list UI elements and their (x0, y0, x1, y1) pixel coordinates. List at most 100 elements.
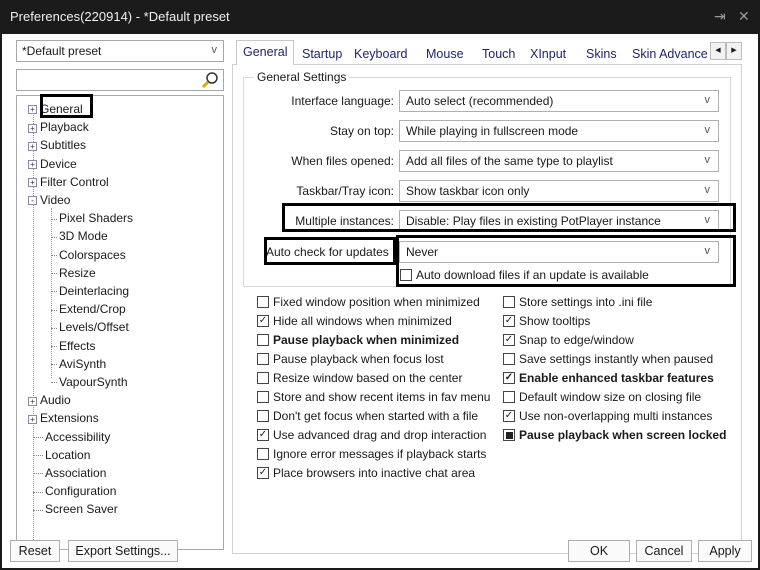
tree-item-extensions[interactable]: + Extensions (28, 409, 99, 427)
tree-item-audio[interactable]: + Audio (28, 391, 71, 409)
tree-item-label: Extensions (40, 411, 99, 426)
tree-item-deinterlacing[interactable]: Deinterlacing (51, 282, 129, 300)
search-icon[interactable] (201, 71, 219, 89)
expand-icon[interactable]: + (28, 123, 37, 133)
cancel-button[interactable]: Cancel (636, 540, 692, 562)
option-don-t-get-focus-when-started-with-a-file[interactable]: Don't get focus when started with a file (257, 407, 478, 425)
window-title: Preferences(220914) - *Default preset (10, 9, 230, 24)
tree-item-label: Configuration (45, 484, 117, 499)
preset-dropdown[interactable]: *Default preset v (16, 40, 224, 62)
reset-button[interactable]: Reset (10, 540, 60, 562)
tree-item-video[interactable]: - Video (28, 191, 70, 209)
option-place-browsers-into-inactive-chat-area[interactable]: ✓ Place browsers into inactive chat area (257, 464, 475, 482)
option-use-non-overlapping-multi-instances[interactable]: ✓ Use non-overlapping multi instances (503, 407, 712, 425)
option-default-window-size-on-closing-file[interactable]: Default window size on closing file (503, 388, 701, 406)
tree-item-pixel-shaders[interactable]: Pixel Shaders (51, 209, 133, 227)
chevron-down-icon: v (704, 184, 711, 196)
tree-item-levels-offset[interactable]: Levels/Offset (51, 318, 129, 336)
tree-item-label: VapourSynth (59, 375, 128, 389)
option-fixed-window-position-when-minimized[interactable]: Fixed window position when minimized (257, 293, 480, 311)
tab-keyboard[interactable]: Keyboard (354, 43, 408, 63)
expand-icon[interactable]: + (28, 414, 37, 424)
apply-button[interactable]: Apply (698, 540, 752, 562)
expand-icon[interactable]: + (28, 178, 37, 188)
collapse-icon[interactable]: - (28, 196, 37, 206)
tab-scroll-left-icon[interactable]: ◀ (710, 42, 726, 60)
tree-item-label: Subtitles (40, 138, 87, 153)
tab-startup[interactable]: Startup (302, 43, 342, 63)
taskbar-tray-icon-dropdown[interactable]: Show taskbar icon only v (399, 180, 719, 202)
tree-item-subtitles[interactable]: + Subtitles (28, 136, 86, 154)
option-pause-playback-when-focus-lost[interactable]: Pause playback when focus lost (257, 350, 444, 368)
ok-button[interactable]: OK (568, 540, 630, 562)
tab-skin-advance[interactable]: Skin Advance (632, 43, 708, 63)
checkbox-label: Pause playback when focus lost (273, 352, 444, 366)
checkbox-label: Pause playback when minimized (273, 333, 460, 347)
tree-item-colorspaces[interactable]: Colorspaces (51, 246, 126, 264)
checkbox-label: Place browsers into inactive chat area (273, 466, 476, 480)
ok-label: OK (589, 544, 609, 558)
tree-item-extend-crop[interactable]: Extend/Crop (51, 300, 126, 318)
group-title: General Settings (254, 70, 350, 84)
expand-icon[interactable]: + (28, 396, 37, 406)
tree-item-effects[interactable]: Effects (51, 337, 95, 355)
stay-on-top-dropdown[interactable]: While playing in fullscreen mode v (399, 120, 719, 142)
option-hide-all-windows-when-minimized[interactable]: ✓ Hide all windows when minimized (257, 312, 452, 330)
checkbox-box: ✓ (257, 466, 269, 479)
close-icon[interactable]: ✕ (738, 8, 750, 25)
chevron-down-icon: v (704, 124, 711, 136)
tree-item-filter-control[interactable]: + Filter Control (28, 173, 109, 191)
option-pause-playback-when-screen-locked[interactable]: Pause playback when screen locked (503, 426, 726, 444)
option-enable-enhanced-taskbar-features[interactable]: ✓ Enable enhanced taskbar features (503, 369, 714, 387)
checkbox-label: Show tooltips (519, 314, 591, 328)
tree-item-vapoursynth[interactable]: VapourSynth (51, 373, 128, 391)
checkbox-box (257, 333, 269, 346)
tree-item-label: Association (45, 466, 107, 480)
tree-connector (51, 273, 57, 275)
tab-xinput[interactable]: XInput (530, 43, 566, 63)
option-ignore-error-messages-if-playback-starts[interactable]: Ignore error messages if playback starts (257, 445, 486, 463)
checkbox-box (257, 447, 269, 460)
tree-item-label: Location (45, 447, 91, 462)
tree-item-device[interactable]: + Device (28, 155, 77, 173)
tree-item-label: Accessibility (45, 429, 111, 444)
expand-icon[interactable]: + (28, 141, 37, 151)
option-store-settings-into-ini-file[interactable]: Store settings into .ini file (503, 293, 652, 311)
option-pause-playback-when-minimized[interactable]: Pause playback when minimized (257, 331, 459, 349)
tree-item-screen-saver[interactable]: Screen Saver (28, 500, 118, 518)
tab-skins[interactable]: Skins (586, 43, 617, 63)
tree-item-location[interactable]: Location (28, 446, 90, 464)
expand-icon[interactable]: + (28, 159, 37, 169)
option-show-tooltips[interactable]: ✓ Show tooltips (503, 312, 590, 330)
export-settings-button[interactable]: Export Settings... (68, 540, 178, 562)
tab-mouse[interactable]: Mouse (426, 43, 464, 63)
tree-item-association[interactable]: Association (28, 464, 106, 482)
checkbox-box (503, 390, 515, 403)
tab-general[interactable]: General (236, 40, 295, 65)
tree-item-label: Video (40, 193, 71, 207)
tree-item-avisynth[interactable]: AviSynth (51, 355, 106, 373)
tab-scroll-right-icon[interactable]: ▶ (726, 42, 742, 60)
tree-item-3d-mode[interactable]: 3D Mode (51, 227, 108, 245)
preset-value: *Default preset (22, 44, 102, 58)
tree-item-resize[interactable]: Resize (51, 264, 96, 282)
pin-icon[interactable]: ⇥ (714, 8, 726, 25)
option-save-settings-instantly-when-paused[interactable]: Save settings instantly when paused (503, 350, 713, 368)
tree-item-configuration[interactable]: Configuration (28, 482, 116, 500)
option-snap-to-edge-window[interactable]: ✓ Snap to edge/window (503, 331, 634, 349)
tab-touch[interactable]: Touch (482, 43, 515, 63)
interface-language-label: Interface language: (291, 94, 394, 108)
tree-item-label: Screen Saver (45, 502, 118, 517)
search-input[interactable] (16, 69, 224, 91)
option-use-advanced-drag-and-drop-interaction[interactable]: ✓ Use advanced drag and drop interaction (257, 426, 486, 444)
tree-item-label: 3D Mode (59, 229, 108, 244)
tree-connector (51, 345, 57, 347)
tree-item-playback[interactable]: + Playback (28, 118, 89, 136)
option-store-and-show-recent-items-in-fav-menu[interactable]: Store and show recent items in fav menu (257, 388, 490, 406)
tree-item-label: Pixel Shaders (59, 211, 134, 226)
expand-icon[interactable]: + (28, 105, 37, 115)
interface-language-dropdown[interactable]: Auto select (recommended) v (399, 90, 719, 112)
tree-item-accessibility[interactable]: Accessibility (28, 428, 110, 446)
option-resize-window-based-on-the-center[interactable]: Resize window based on the center (257, 369, 462, 387)
when-files-opened-dropdown[interactable]: Add all files of the same type to playli… (399, 150, 719, 172)
